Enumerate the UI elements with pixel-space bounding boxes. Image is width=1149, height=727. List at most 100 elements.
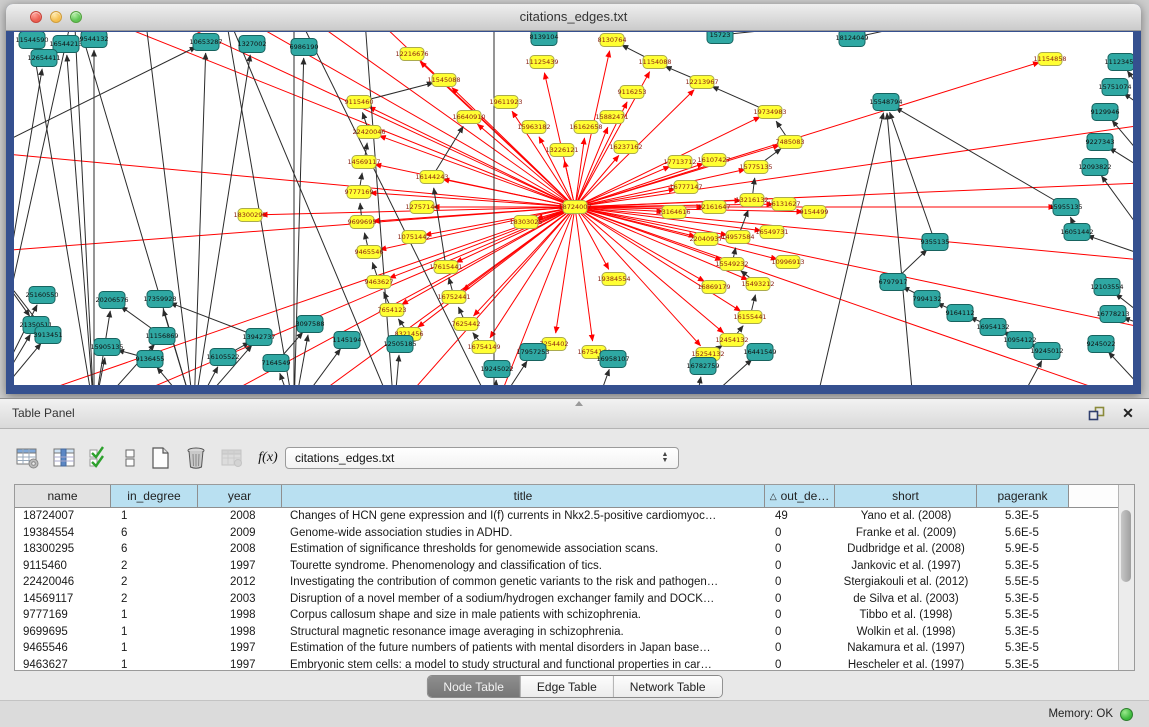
network-node[interactable]: 22420046 (352, 126, 385, 139)
network-node[interactable]: 22040937 (689, 233, 722, 246)
network-node[interactable]: 16131627 (767, 198, 800, 211)
delete-table-icon[interactable] (218, 444, 246, 472)
network-node[interactable]: 11156869 (145, 328, 178, 345)
network-node[interactable]: 18300295 (233, 209, 266, 222)
scrollbar-thumb[interactable] (1121, 510, 1131, 582)
network-node[interactable]: 14957584 (721, 231, 754, 244)
network-node[interactable]: 14569117 (347, 156, 380, 169)
network-node[interactable]: 10996913 (771, 256, 804, 269)
table-row[interactable]: 1456911722003Disruption of a novel membe… (15, 591, 1118, 608)
table-row[interactable]: 946554611997Estimation of the future num… (15, 640, 1118, 657)
network-node[interactable]: 9463627 (365, 276, 394, 289)
network-node[interactable]: 16752441 (437, 291, 470, 304)
table-row[interactable]: 977716911998Corpus callosum shape and si… (15, 607, 1118, 624)
table-row[interactable]: 1830029562008Estimation of significance … (15, 541, 1118, 558)
network-node[interactable]: 9699695 (348, 216, 377, 229)
table-mode-icon[interactable] (14, 444, 42, 472)
network-node[interactable]: 18124049 (835, 32, 868, 47)
network-node[interactable]: 16754149 (467, 341, 500, 354)
network-node[interactable]: 16782759 (686, 358, 719, 375)
minimize-window-button[interactable] (50, 11, 62, 23)
column-header-year[interactable]: year (198, 485, 282, 507)
network-node[interactable]: 8139104 (530, 32, 559, 46)
network-node[interactable]: 16107427 (697, 154, 730, 167)
unselect-all-columns-icon[interactable] (122, 444, 138, 472)
create-column-icon[interactable] (146, 444, 174, 472)
network-node[interactable]: 16237162 (609, 141, 642, 154)
network-node[interactable]: 15955135 (1049, 199, 1082, 216)
tab-node-table[interactable]: Node Table (427, 676, 521, 697)
network-node[interactable]: 12654411 (27, 50, 60, 67)
network-node[interactable]: 9245022 (1087, 336, 1116, 353)
network-node[interactable]: 16051442 (1060, 224, 1093, 241)
network-node[interactable]: 9164112 (946, 305, 975, 322)
network-node[interactable]: 13164616 (657, 206, 690, 219)
network-node[interactable]: 19734983 (753, 106, 786, 119)
table-scrollbar[interactable] (1118, 485, 1134, 670)
network-node[interactable]: 20206576 (95, 292, 128, 309)
network-node[interactable]: 16954132 (976, 319, 1009, 336)
network-node[interactable]: 12216676 (395, 48, 428, 61)
network-node[interactable]: 7164549 (262, 355, 291, 372)
network-node[interactable]: 15775135 (739, 161, 772, 174)
network-node[interactable]: 9544132 (80, 32, 109, 48)
network-node[interactable]: 10751442 (397, 231, 430, 244)
network-node[interactable]: 16144243 (415, 171, 448, 184)
network-node[interactable]: 16105522 (206, 349, 239, 366)
network-node[interactable]: 9129946 (1091, 104, 1120, 121)
network-node[interactable]: 12505185 (383, 336, 416, 353)
network-node[interactable]: 16778213 (1096, 306, 1129, 323)
network-node[interactable]: 16162658 (569, 121, 602, 134)
network-node[interactable]: 1327002 (238, 36, 267, 53)
network-node[interactable]: 7994132 (913, 291, 942, 308)
close-panel-icon[interactable]: ✕ (1119, 404, 1137, 422)
network-node[interactable]: 15548794 (869, 94, 902, 111)
table-row[interactable]: 1872400712008Changes of HCN gene express… (15, 508, 1118, 525)
network-node[interactable]: 16549731 (755, 226, 788, 239)
network-node[interactable]: 15882471 (595, 111, 628, 124)
function-builder-icon[interactable]: f(x) (254, 444, 282, 472)
network-node[interactable]: 9777169 (345, 186, 374, 199)
network-node[interactable]: 18303025 (509, 216, 542, 229)
network-canvas[interactable]: 1872400718300295911546022420046145691179… (14, 32, 1133, 385)
tab-network-table[interactable]: Network Table (614, 676, 722, 697)
network-node[interactable]: 16958107 (596, 351, 629, 368)
column-header-title[interactable]: title (282, 485, 765, 507)
column-header-out_de[interactable]: △out_de… (765, 485, 835, 507)
network-node[interactable]: 17359928 (143, 291, 176, 308)
float-panel-icon[interactable] (1087, 404, 1105, 422)
table-row[interactable]: 969969511998Structural magnetic resonanc… (15, 624, 1118, 641)
network-node[interactable]: 13226121 (545, 144, 578, 157)
network-node[interactable]: 13942737 (242, 329, 275, 346)
network-node[interactable]: 12093822 (1078, 159, 1111, 176)
column-header-in_degree[interactable]: in_degree (111, 485, 198, 507)
window-titlebar[interactable]: citations_edges.txt (6, 4, 1141, 31)
table-row[interactable]: 946362711997Embryonic stem cells: a mode… (15, 657, 1118, 671)
network-node[interactable]: 16869179 (697, 281, 730, 294)
network-node[interactable]: 19611923 (489, 96, 522, 109)
network-node[interactable]: 16441549 (743, 344, 776, 361)
network-node[interactable]: 15723 (707, 32, 733, 44)
tab-edge-table[interactable]: Edge Table (521, 676, 614, 697)
table-row[interactable]: 2242004622012Investigating the contribut… (15, 574, 1118, 591)
network-node[interactable]: 1145194 (333, 332, 362, 349)
column-header-short[interactable]: short (835, 485, 977, 507)
network-node[interactable]: 9227343 (1086, 134, 1115, 151)
network-node[interactable]: 19245022 (480, 361, 513, 378)
network-node[interactable]: 15751074 (1098, 79, 1131, 96)
network-node[interactable]: 9116253 (618, 86, 647, 99)
network-node[interactable]: 6797917 (879, 274, 908, 291)
network-node[interactable]: 9136455 (136, 351, 165, 368)
zoom-window-button[interactable] (70, 11, 82, 23)
network-node[interactable]: 8130764 (598, 34, 627, 47)
network-node[interactable]: 11154088 (638, 56, 671, 69)
column-header-name[interactable]: name (15, 485, 111, 507)
network-node[interactable]: 12213967 (685, 76, 718, 89)
memory-ok-icon[interactable] (1120, 708, 1133, 721)
network-node[interactable]: 3913451 (34, 327, 63, 344)
network-node[interactable]: 15963182 (517, 121, 550, 134)
close-window-button[interactable] (30, 11, 42, 23)
network-node[interactable]: 12103554 (1090, 279, 1123, 296)
network-node[interactable]: 19384554 (597, 273, 630, 286)
table-selector-dropdown[interactable]: citations_edges.txt ▲▼ (285, 447, 679, 469)
